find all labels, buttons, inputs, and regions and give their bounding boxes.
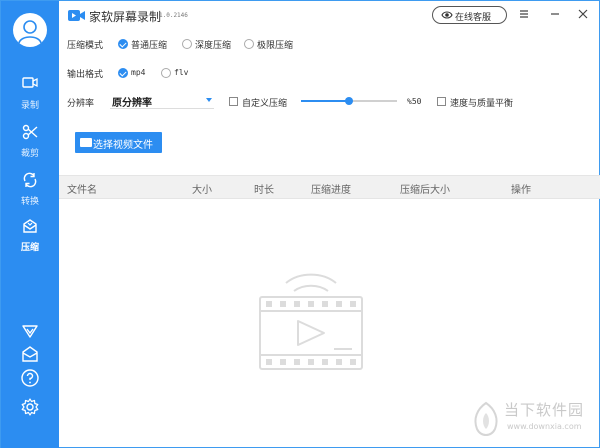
folder-icon	[80, 138, 92, 147]
minimize-icon[interactable]	[548, 7, 562, 21]
watermark-logo-icon	[474, 401, 498, 436]
quality-slider-fill	[301, 100, 349, 102]
balance-label: 速度与质量平衡	[450, 99, 514, 109]
user-icon	[14, 14, 46, 46]
app-logo-icon	[68, 10, 85, 21]
menu-icon[interactable]	[517, 7, 531, 21]
radio-mp4[interactable]	[118, 68, 128, 78]
extreme-compress-label: 极限压缩	[257, 41, 294, 51]
column-header-duration[interactable]: 时长	[254, 181, 274, 196]
convert-icon	[23, 172, 37, 188]
online-service-label: 在线客服	[455, 13, 492, 23]
column-header-filename[interactable]: 文件名	[67, 181, 97, 196]
normal-compress-label: 普通压缩	[131, 41, 168, 51]
select-video-file-button[interactable]: 选择视频文件	[75, 132, 162, 153]
compress-mode-label: 压缩模式	[67, 41, 104, 51]
titlebar: 家软屏幕录制 1.0.2146 在线客服	[59, 1, 600, 31]
resolution-value: 原分辨率	[112, 98, 152, 109]
app-window: 录制 裁剪 转换 压缩 家软屏幕录制 1.0.2146 在线客服 压缩模式 普通…	[0, 0, 600, 448]
sidebar-item-compress[interactable]: 压缩	[1, 215, 59, 261]
mail-icon[interactable]	[20, 344, 40, 364]
vip-icon[interactable]	[20, 321, 40, 341]
custom-compress-label: 自定义压缩	[242, 99, 288, 109]
chevron-down-icon	[206, 98, 212, 102]
column-header-size[interactable]: 大小	[192, 181, 212, 196]
quality-slider[interactable]	[301, 97, 397, 105]
sidebar-item-record[interactable]: 录制	[1, 73, 59, 119]
output-format-label: 输出格式	[67, 70, 104, 80]
video-icon	[22, 77, 38, 88]
resolution-label: 分辨率	[67, 99, 95, 109]
app-version: 1.0.2146	[159, 12, 188, 19]
sidebar: 录制 裁剪 转换 压缩	[1, 1, 59, 448]
balance-checkbox[interactable]	[437, 97, 446, 106]
sidebar-item-convert[interactable]: 转换	[1, 169, 59, 215]
watermark-url: www.downxia.com	[507, 422, 582, 431]
custom-compress-checkbox[interactable]	[229, 97, 238, 106]
app-title: 家软屏幕录制	[89, 10, 162, 24]
flv-label: flv	[174, 68, 189, 77]
quality-value: %50	[407, 97, 422, 106]
column-header-progress[interactable]: 压缩进度	[311, 181, 351, 196]
settings-icon[interactable]	[20, 397, 40, 417]
sidebar-item-label: 录制	[20, 101, 39, 111]
sidebar-item-crop[interactable]: 裁剪	[1, 121, 59, 167]
watermark-text: 当下软件园	[504, 401, 585, 419]
avatar[interactable]	[13, 13, 47, 47]
help-icon[interactable]	[20, 368, 40, 388]
mp4-label: mp4	[131, 68, 146, 77]
sidebar-item-label: 转换	[20, 197, 39, 207]
sidebar-item-label: 压缩	[20, 243, 39, 253]
file-table-header: 文件名 大小 时长 压缩进度 压缩后大小 操作	[59, 175, 600, 199]
compress-icon	[23, 219, 37, 233]
select-video-file-label: 选择视频文件	[93, 140, 153, 151]
sidebar-item-label: 裁剪	[20, 149, 39, 159]
radio-deep-compress[interactable]	[182, 39, 192, 49]
eye-icon	[441, 11, 453, 19]
radio-extreme-compress[interactable]	[244, 39, 254, 49]
column-header-actions[interactable]: 操作	[511, 181, 531, 196]
radio-flv[interactable]	[161, 68, 171, 78]
quality-slider-handle[interactable]	[345, 97, 353, 105]
resolution-select[interactable]: 原分辨率	[110, 93, 214, 109]
empty-video-illustration-icon	[259, 273, 363, 370]
online-service-button[interactable]: 在线客服	[432, 6, 507, 24]
deep-compress-label: 深度压缩	[195, 41, 232, 51]
close-icon[interactable]	[576, 7, 590, 21]
scissors-icon	[22, 124, 38, 140]
column-header-compressed-size[interactable]: 压缩后大小	[400, 181, 450, 196]
radio-normal-compress[interactable]	[118, 39, 128, 49]
